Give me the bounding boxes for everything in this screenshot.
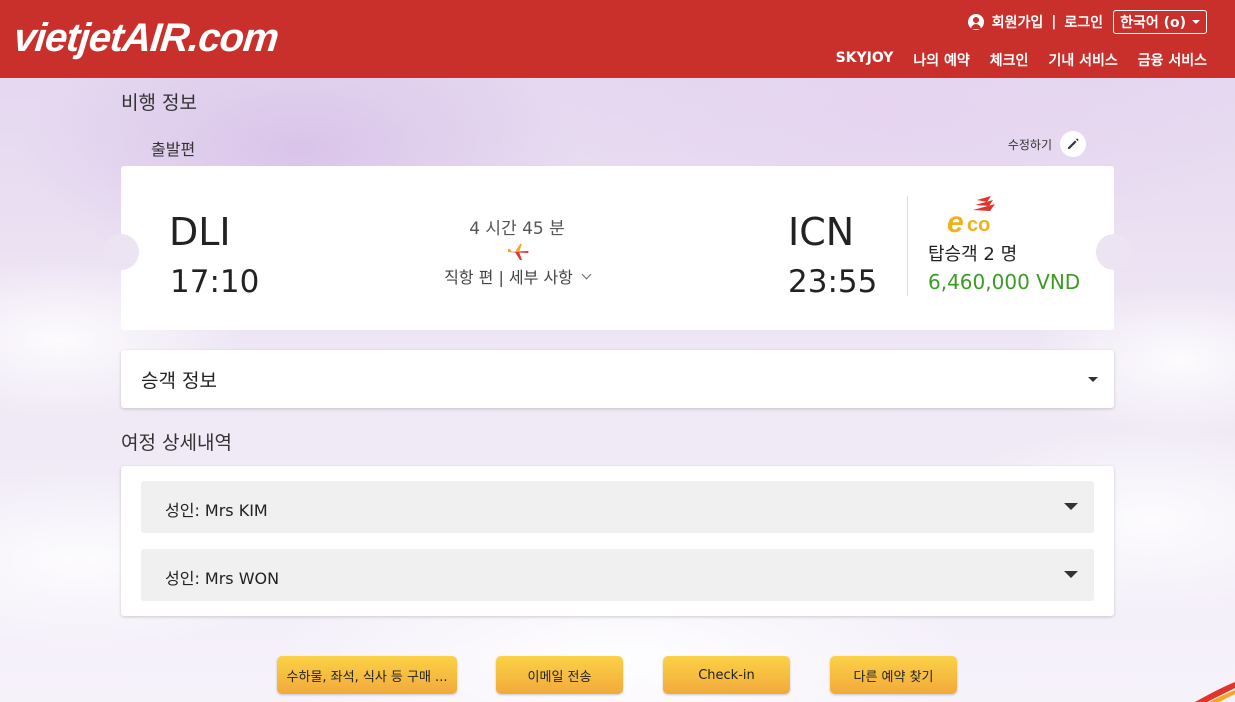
find-other-booking-button[interactable]: 다른 예약 찾기 [830,656,957,694]
nav-item-check-in[interactable]: 체크인 [990,50,1029,70]
itinerary-title: 여정 상세내역 [121,432,232,454]
ticket-notch-left [103,234,139,270]
card-divider [907,196,908,296]
departure-subtitle: 출발편 [151,140,196,159]
caret-down-icon [1192,20,1200,24]
passenger-name: 성인: Mrs KIM [165,501,268,520]
user-icon [967,14,984,30]
send-email-button[interactable]: 이메일 전송 [496,656,623,694]
svg-text:co: co [967,214,990,236]
passenger-info-accordion[interactable]: 승객 정보 [121,350,1114,408]
language-label: 한국어 (o) [1120,15,1186,31]
itinerary-card: 성인: Mrs KIM 성인: Mrs WON [121,466,1114,616]
flight-card: DLI 17:10 4 시간 45 분 직항 편 | 세부 사항 ICN 23:… [103,166,1132,330]
pencil-icon [1068,138,1079,149]
flight-duration: 4 시간 45 분 [469,219,565,239]
language-select[interactable]: 한국어 (o) [1113,10,1207,34]
caret-down-icon [1064,571,1078,578]
decorative-swoosh [1195,682,1235,702]
purchase-extras-button[interactable]: 수하물, 좌석, 식사 등 구매 ... [277,656,457,694]
flight-details-toggle[interactable]: 직항 편 | 세부 사항 [401,264,633,288]
edit-button[interactable] [1060,131,1086,157]
nav-item-financial-service[interactable]: 금융 서비스 [1138,50,1207,70]
ticket-notch-right [1096,234,1132,270]
site-header: vietjetAIR.com 회원가입 | 로그인 한국어 (o) SKYJOY… [0,0,1235,78]
chevron-down-icon [581,269,592,279]
caret-down-icon [1064,503,1078,510]
edit-label: 수정하기 [1007,137,1052,152]
vietjet-logo[interactable]: vietjetAIR.com [12,16,280,61]
passenger-name: 성인: Mrs WON [165,569,280,588]
login-link[interactable]: 로그인 [1064,12,1103,32]
departure-time: 17:10 [170,264,260,300]
flight-info-title: 비행 정보 [121,92,197,114]
check-in-button[interactable]: Check-in [663,656,790,694]
edit-flight[interactable]: 수정하기 [1008,131,1086,157]
itinerary-row-passenger-1[interactable]: 성인: Mrs KIM [141,481,1094,533]
eco-fare-icon: e co [947,196,995,236]
total-price: 6,460,000 VND [928,270,1081,294]
nav-item-inflight-service[interactable]: 기내 서비스 [1048,50,1117,70]
itinerary-row-passenger-2[interactable]: 성인: Mrs WON [141,549,1094,601]
direct-details-label: 직항 편 | 세부 사항 [444,268,573,287]
origin-code: DLI [169,210,231,254]
main-nav: SKYJOY 나의 예약 체크인 기내 서비스 금융 서비스 [836,50,1207,70]
airplane-icon [508,244,529,260]
destination-code: ICN [788,210,855,254]
svg-text:e: e [947,206,964,236]
nav-item-skyjoy[interactable]: SKYJOY [836,50,894,70]
arrival-time: 23:55 [788,264,878,300]
separator: | [1051,14,1057,30]
signup-link[interactable]: 회원가입 [992,12,1044,32]
account-bar: 회원가입 | 로그인 한국어 (o) [967,10,1207,34]
passenger-info-title: 승객 정보 [141,370,217,392]
nav-item-my-booking[interactable]: 나의 예약 [913,50,969,70]
passenger-count: 탑승객 2 명 [928,244,1018,265]
caret-down-icon [1088,377,1098,382]
